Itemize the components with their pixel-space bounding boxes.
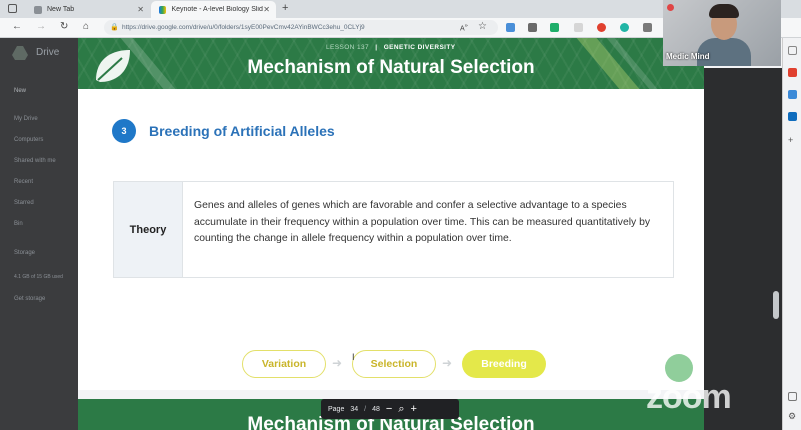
zoom-watermark: zoom [646,378,732,416]
drive-right-panel [704,68,782,430]
sidebar-item-storage[interactable]: Storage [14,250,35,256]
extension-icon[interactable] [506,23,515,32]
url-text: https://drive.google.com/drive/u/0/folde… [122,24,365,31]
participant-hair [709,4,739,18]
extension-icon[interactable] [550,23,559,32]
extension-icon[interactable] [643,23,652,32]
extension-icon[interactable] [597,23,606,32]
lock-icon: 🔒 [110,24,119,31]
slide: LESSON 137 | GENETIC DIVERSITY Mechanism… [78,38,704,390]
sidebar-item-my-drive[interactable]: My Drive [14,116,38,122]
step-selection: Selection [352,350,436,378]
section-number-badge: 3 [112,119,136,143]
drive-logo-icon [12,46,28,60]
page-controls: Page 34 / 48 − ⌕ + [321,399,459,419]
lesson-label: LESSON 137 | GENETIC DIVERSITY [326,44,456,51]
tab-actions-icon[interactable] [8,4,17,13]
slide-title: Mechanism of Natural Selection [247,57,535,78]
current-page[interactable]: 34 [350,406,358,413]
sidebar-toggle-icon[interactable] [788,392,797,401]
zoom-in-button[interactable]: + [411,403,417,415]
extension-icon[interactable] [620,23,629,32]
theory-label: Theory [114,182,183,277]
new-tab-icon [34,5,42,14]
mic-icon [667,4,674,11]
participant-name: Medic Mind [666,52,710,61]
shopping-icon[interactable] [788,68,797,77]
extension-icon[interactable] [574,23,583,32]
url-field[interactable]: 🔒 https://drive.google.com/drive/u/0/fol… [104,20,498,35]
step-breeding: Breeding [462,350,546,378]
new-button[interactable]: New [14,88,26,94]
drive-title: Drive [36,47,60,58]
close-tab-icon[interactable]: ✕ [137,5,144,14]
outlook-icon[interactable] [788,112,797,121]
storage-usage: 4.1 GB of 15 GB used [14,274,63,280]
reload-icon[interactable]: ↻ [60,21,68,32]
forward-icon[interactable]: → [36,21,46,32]
search-icon[interactable] [788,46,797,55]
get-storage-button[interactable]: Get storage [14,296,45,302]
drive-icon [159,5,167,14]
edge-sidebar: + ⚙ [782,38,801,430]
favorite-icon[interactable]: ☆ [478,21,487,32]
magnifier-icon[interactable]: ⌕ [398,403,404,416]
extension-icon[interactable] [528,23,537,32]
read-aloud-icon[interactable]: A» [460,23,468,32]
theory-box: Theory Genes and alleles of genes which … [113,181,674,278]
page-separator: / [364,405,367,413]
gear-icon[interactable]: ⚙ [788,412,797,421]
tab-label: New Tab [47,6,75,13]
new-tab-button[interactable]: + [282,2,288,14]
slide-banner: LESSON 137 | GENETIC DIVERSITY Mechanism… [78,38,704,89]
page-label: Page [328,405,345,413]
total-pages: 48 [372,405,380,413]
tools-icon[interactable] [788,90,797,99]
add-icon[interactable]: + [788,136,797,145]
tab-keynote[interactable]: Keynote - A-level Biology Slides ✕ [151,1,276,18]
arrow-icon: ➜ [332,356,343,370]
close-tab-icon[interactable]: ✕ [263,5,270,14]
theory-text: Genes and alleles of genes which are fav… [194,200,651,244]
zoom-out-button[interactable]: − [386,403,392,415]
tab-label: Keynote - A-level Biology Slides [171,6,264,13]
sidebar-item-computers[interactable]: Computers [14,137,43,143]
section-title: Breeding of Artificial Alleles [149,123,335,139]
sidebar-item-starred[interactable]: Starred [14,200,34,206]
arrow-icon: ➜ [442,356,453,370]
sidebar-item-bin[interactable]: Bin [14,221,23,227]
step-variation: Variation [242,350,326,378]
sidebar-item-shared[interactable]: Shared with me [14,158,56,164]
drive-sidebar: Drive New My Drive Computers Shared with… [0,38,78,430]
back-icon[interactable]: ← [12,21,22,32]
home-icon[interactable]: ⌂ [83,21,89,32]
sidebar-item-recent[interactable]: Recent [14,179,33,185]
text-cursor-icon: I [352,352,355,362]
lesson-topic: GENETIC DIVERSITY [383,44,456,51]
tab-new-tab[interactable]: New Tab ✕ [26,1,150,18]
video-tile[interactable]: Medic Mind [663,0,781,66]
scrollbar[interactable] [773,291,779,319]
